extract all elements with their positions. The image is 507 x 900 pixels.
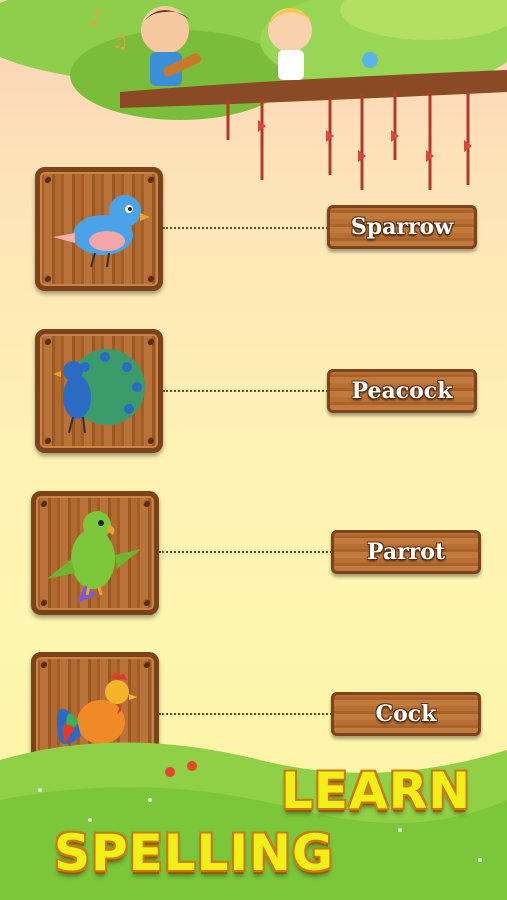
word-plank-sparrow[interactable]: Sparrow [327,205,477,249]
word-plank-parrot[interactable]: Parrot [331,530,481,574]
connector-line [163,390,328,392]
peacock-icon [53,349,145,434]
svg-text:♪: ♪ [90,6,104,31]
game-scene: ♪ ♫ Sparrow Peacock Parrot Cock LEARN SP… [0,0,507,900]
peacock-picture-card[interactable] [35,329,163,453]
title-spelling: SPELLING [54,824,335,882]
parrot-icon [47,511,141,603]
title-learn: LEARN [281,762,472,820]
connector-line [159,551,332,553]
sparrow-icon [53,195,150,268]
connector-line [163,227,328,229]
parrot-picture-card[interactable] [31,491,159,615]
word-plank-peacock[interactable]: Peacock [327,369,477,413]
connector-line [159,713,332,715]
sparrow-picture-card[interactable] [35,167,163,291]
svg-text:♫: ♫ [112,32,128,53]
